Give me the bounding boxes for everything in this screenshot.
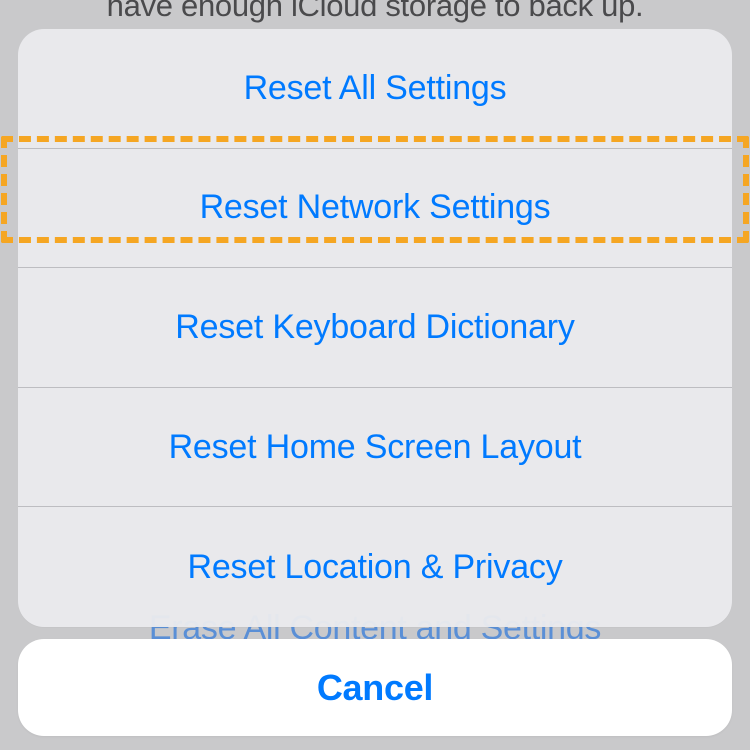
reset-network-settings-option[interactable]: Reset Network Settings [18,149,732,269]
option-label: Reset All Settings [244,69,507,108]
option-label: Reset Network Settings [200,188,551,227]
reset-location-privacy-option[interactable]: Reset Location & Privacy [18,507,732,627]
reset-home-screen-layout-option[interactable]: Reset Home Screen Layout [18,388,732,508]
reset-keyboard-dictionary-option[interactable]: Reset Keyboard Dictionary [18,268,732,388]
cancel-button[interactable]: Cancel [18,639,732,736]
reset-all-settings-option[interactable]: Reset All Settings [18,29,732,149]
cancel-label: Cancel [317,667,433,709]
option-label: Reset Keyboard Dictionary [175,308,574,347]
action-sheet: Reset All Settings Reset Network Setting… [18,29,732,627]
background-info-text: have enough iCloud storage to back up. [0,0,750,24]
option-label: Reset Location & Privacy [187,548,562,587]
option-label: Reset Home Screen Layout [169,428,582,467]
